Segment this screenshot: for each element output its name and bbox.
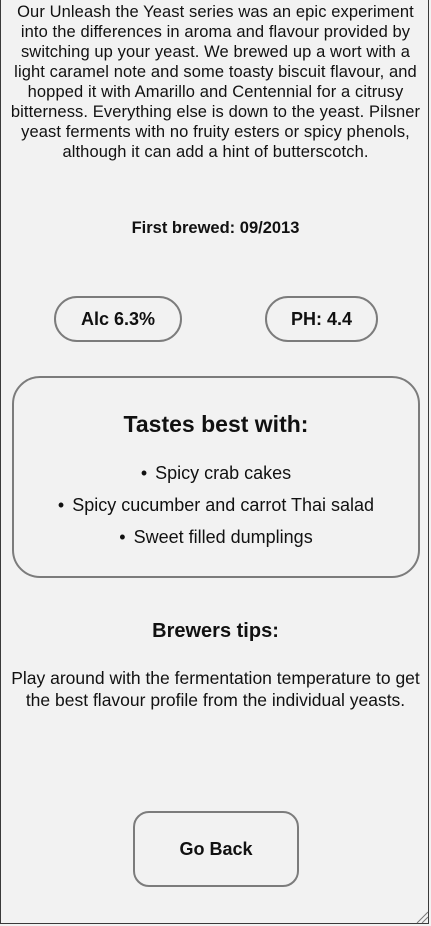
go-back-button[interactable]: Go Back <box>133 811 299 887</box>
beer-description: Our Unleash the Yeast series was an epic… <box>10 3 421 161</box>
food-pairing-list: • Spicy crab cakes • Spicy cucumber and ca… <box>14 463 418 559</box>
food-pairing-title: Tastes best with: <box>123 411 309 437</box>
food-pairing-item: • Spicy cucumber and carrot Thai salad <box>14 495 418 527</box>
food-pairing-item: • Sweet filled dumplings <box>14 527 418 559</box>
bullet-icon: • <box>119 527 126 547</box>
resize-grip-icon[interactable] <box>415 910 429 924</box>
brewers-tips-text: Play around with the fermentation temper… <box>11 668 420 710</box>
first-brewed-date: First brewed: 09/2013 <box>131 219 300 237</box>
food-pairing-label: Spicy cucumber and carrot Thai salad <box>72 495 375 515</box>
brewers-tips-title: Brewers tips: <box>152 620 279 642</box>
food-pairing-label: Sweet filled dumplings <box>133 527 313 547</box>
food-pairing-item: • Spicy crab cakes <box>14 463 418 495</box>
bullet-icon: • <box>57 495 65 515</box>
abv-badge: Alc 6.3% <box>54 296 182 342</box>
food-pairing-label: Spicy crab cakes <box>155 463 292 483</box>
food-pairing-card: Tastes best with: • Spicy crab cakes • Spi… <box>12 376 420 578</box>
bullet-icon: • <box>140 463 148 483</box>
ph-badge: PH: 4.4 <box>265 296 378 342</box>
